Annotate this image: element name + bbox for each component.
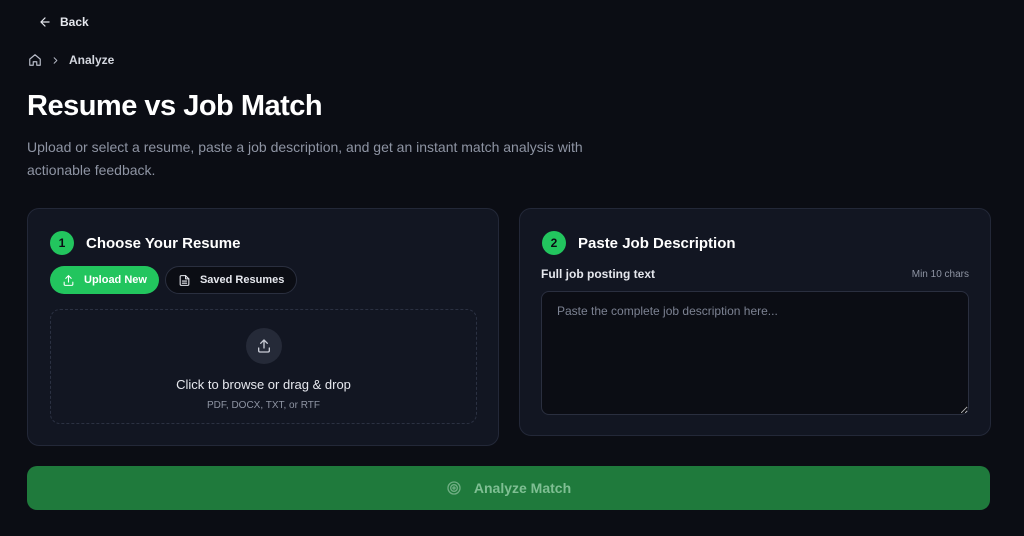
upload-icon — [63, 274, 74, 286]
dropzone-main-text: Click to browse or drag & drop — [176, 377, 351, 392]
dropzone-formats: PDF, DOCX, TXT, or RTF — [207, 400, 320, 411]
job-field-label: Full job posting text — [541, 267, 655, 281]
home-icon[interactable] — [28, 53, 42, 67]
target-icon — [447, 481, 461, 495]
job-field-row: Full job posting text Min 10 chars — [541, 267, 969, 281]
step-number-badge: 2 — [542, 231, 566, 255]
breadcrumb-current: Analyze — [69, 53, 115, 67]
resume-card-title: Choose Your Resume — [86, 234, 241, 252]
job-description-card: 2 Paste Job Description Full job posting… — [519, 208, 991, 436]
tab-upload-new-label: Upload New — [84, 274, 147, 286]
resume-dropzone[interactable]: Click to browse or drag & drop PDF, DOCX… — [50, 309, 477, 424]
upload-icon — [257, 339, 270, 353]
back-label: Back — [60, 15, 89, 29]
resume-card: 1 Choose Your Resume Upload New Saved Re… — [27, 208, 499, 446]
analyze-match-label: Analyze Match — [473, 480, 572, 496]
tab-upload-new[interactable]: Upload New — [50, 266, 159, 294]
analyze-match-button[interactable]: Analyze Match — [27, 466, 990, 510]
step-number-badge: 1 — [50, 231, 74, 255]
tab-saved-resumes[interactable]: Saved Resumes — [164, 266, 298, 294]
job-field-hint: Min 10 chars — [911, 268, 969, 280]
page-subtitle: Upload or select a resume, paste a job d… — [27, 139, 583, 178]
tab-saved-resumes-label: Saved Resumes — [199, 274, 285, 286]
arrow-left-icon — [40, 17, 50, 27]
resume-card-header: 1 Choose Your Resume — [50, 231, 240, 255]
back-button[interactable]: Back — [38, 15, 89, 29]
job-description-input[interactable] — [541, 291, 969, 415]
chevron-right-icon — [53, 56, 58, 64]
job-card-title: Paste Job Description — [578, 234, 736, 252]
job-card-header: 2 Paste Job Description — [542, 231, 736, 255]
resume-source-tabs: Upload New Saved Resumes — [50, 266, 298, 294]
dropzone-icon-circle — [245, 328, 282, 364]
breadcrumb: Analyze — [28, 53, 114, 67]
document-icon — [179, 274, 190, 286]
page-title: Resume vs Job Match — [27, 90, 323, 122]
